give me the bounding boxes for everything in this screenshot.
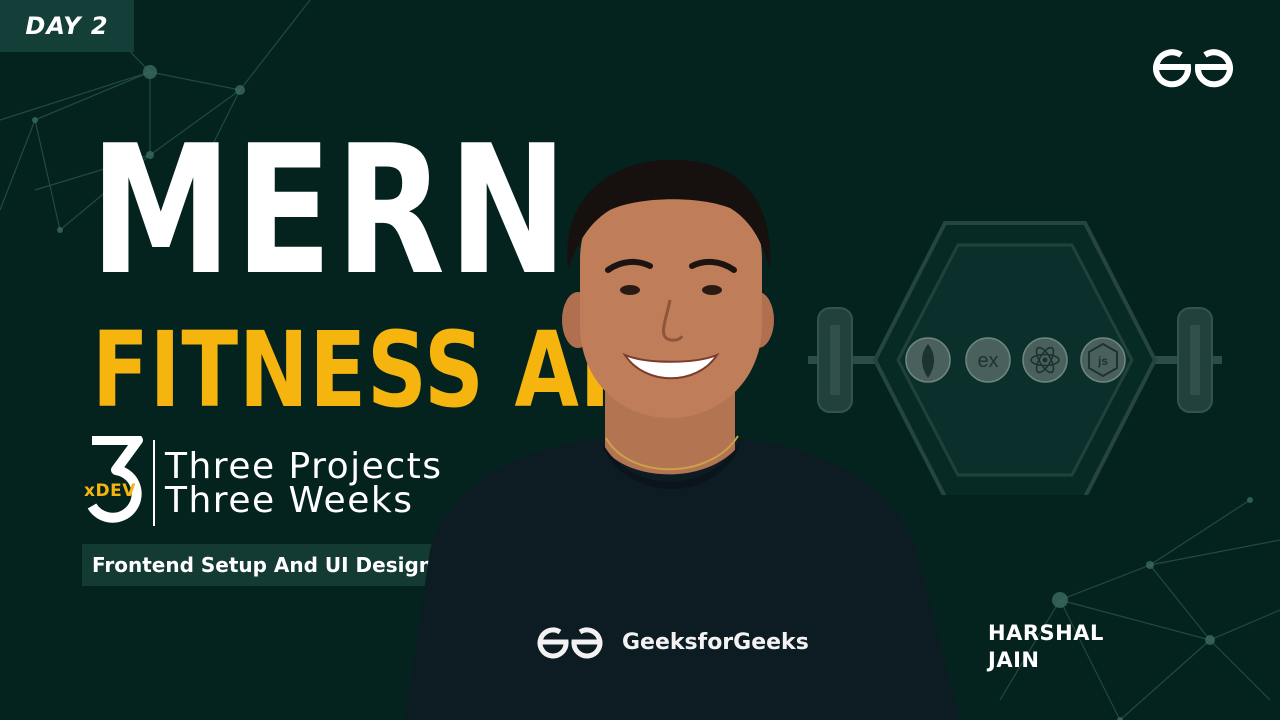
presenter-image: GeeksforGeeks bbox=[405, 159, 960, 720]
xdev-brand: xDEV bbox=[84, 481, 136, 501]
shirt-text: GeeksforGeeks bbox=[622, 630, 809, 655]
react-icon bbox=[1022, 337, 1068, 383]
speaker-name: HARSHAL JAIN bbox=[988, 620, 1104, 674]
day-label: DAY 2 bbox=[25, 12, 109, 40]
gfg-logo-icon bbox=[1153, 49, 1233, 88]
series-divider bbox=[153, 440, 155, 526]
speaker-last-name: JAIN bbox=[988, 648, 1040, 672]
speaker-first-name: HARSHAL bbox=[988, 621, 1104, 645]
nodejs-icon: js bbox=[1080, 337, 1126, 383]
svg-text:js: js bbox=[1097, 354, 1108, 368]
day-badge: DAY 2 bbox=[0, 0, 134, 52]
